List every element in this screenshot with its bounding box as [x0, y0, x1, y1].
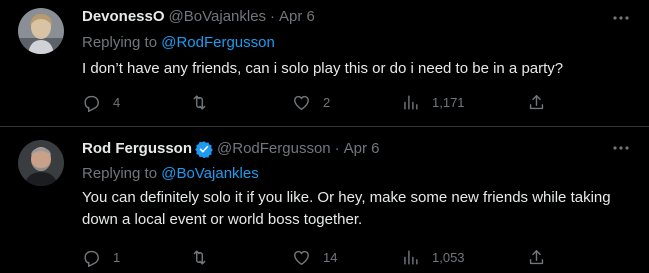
reply-count: 1	[113, 249, 121, 265]
retweet-icon	[193, 94, 206, 110]
views-count: 1,053	[432, 249, 465, 265]
share-icon	[529, 249, 544, 264]
more-icon[interactable]	[611, 138, 631, 158]
views-count: 1,171	[432, 94, 465, 110]
share-button[interactable]	[527, 247, 546, 267]
views-icon	[404, 94, 418, 110]
tweet-text: I don’t have any friends, can i solo pla…	[82, 60, 564, 77]
tweet-actions: 4 2 1,171	[82, 92, 552, 112]
separator-dot: ·	[270, 8, 276, 25]
replying-to: Replying to @BoVajankles	[82, 164, 259, 184]
views-icon	[404, 249, 418, 265]
retweet-icon	[193, 249, 206, 265]
views-button[interactable]: 1,171	[401, 92, 465, 112]
heart-icon	[294, 250, 309, 265]
replying-to-mention[interactable]: @BoVajankles	[161, 165, 259, 182]
retweet-button[interactable]	[190, 247, 221, 267]
reply-icon	[84, 250, 99, 267]
replying-to: Replying to @RodFergusson	[82, 33, 275, 53]
tweet[interactable]: DevonessO @BoVajankles · Apr 6 Replying …	[0, 0, 649, 126]
like-count: 2	[323, 94, 331, 110]
reply-count: 4	[113, 94, 121, 110]
user-handle[interactable]: @BoVajankles	[169, 7, 267, 27]
tweet-actions: 1 14 1,053	[82, 247, 552, 267]
replying-to-label: Replying to	[82, 34, 162, 51]
tweet[interactable]: Rod Fergusson @RodFergusson · Apr 6 Repl…	[0, 126, 649, 273]
separator-dot: ·	[334, 140, 340, 157]
replying-to-label: Replying to	[82, 165, 162, 182]
tweet-date[interactable]: Apr 6	[344, 139, 380, 159]
like-button[interactable]: 2	[292, 92, 330, 112]
retweet-button[interactable]	[190, 92, 221, 112]
heart-icon	[294, 95, 309, 110]
more-icon[interactable]	[611, 8, 631, 28]
tweet-header: DevonessO @BoVajankles · Apr 6	[82, 7, 315, 27]
avatar[interactable]	[18, 8, 64, 54]
avatar[interactable]	[18, 140, 64, 186]
user-handle[interactable]: @RodFergusson	[217, 139, 331, 159]
tweet-text: You can definitely solo it if you like. …	[82, 189, 611, 228]
tweet-date[interactable]: Apr 6	[279, 7, 315, 27]
views-button[interactable]: 1,053	[401, 247, 465, 267]
display-name[interactable]: DevonessO	[82, 7, 165, 27]
like-button[interactable]: 14	[292, 247, 337, 267]
like-count: 14	[323, 249, 338, 265]
reply-button[interactable]: 4	[82, 92, 120, 112]
reply-button[interactable]: 1	[82, 247, 120, 267]
share-button[interactable]	[527, 92, 546, 112]
verified-badge-icon	[195, 140, 213, 159]
tweet-header: Rod Fergusson @RodFergusson · Apr 6	[82, 139, 380, 159]
display-name[interactable]: Rod Fergusson	[82, 139, 192, 159]
replying-to-mention[interactable]: @RodFergusson	[161, 34, 275, 51]
reply-icon	[84, 95, 99, 112]
share-icon	[529, 94, 544, 109]
